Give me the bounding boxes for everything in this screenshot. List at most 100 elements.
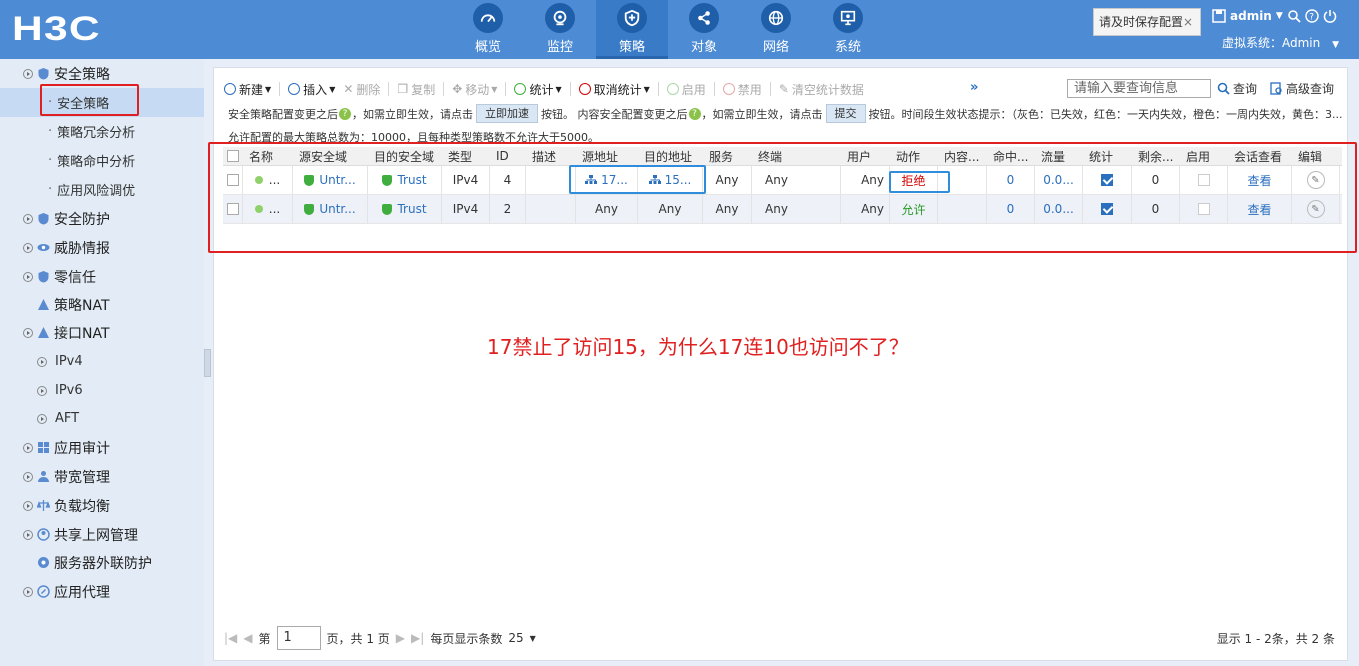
sidebar-group-interface-nat[interactable]: 接口NAT (0, 318, 204, 347)
sidebar-item-label: 安全策略 (54, 66, 110, 83)
advanced-query-label: 高级查询 (1286, 82, 1335, 96)
enable-button[interactable]: 启用 (666, 81, 706, 98)
server-icon (38, 557, 49, 568)
nav-network[interactable]: 网络 (740, 0, 812, 59)
user-menu[interactable]: admin (1230, 9, 1272, 23)
delete-button[interactable]: ✕ 删除 (343, 81, 380, 98)
first-page-icon[interactable]: |◀ (224, 631, 237, 645)
copy-button-label: 复制 (411, 82, 436, 97)
nav-label: 对象 (690, 40, 717, 55)
nav-system[interactable]: 系统 (812, 0, 884, 59)
query-button[interactable]: 查询 (1217, 80, 1257, 97)
page-number-input[interactable]: 1 (276, 626, 321, 650)
help-icon[interactable]: ? (688, 107, 701, 120)
sidebar-collapse-handle[interactable] (204, 349, 211, 377)
submit-button[interactable]: 提交 (825, 104, 866, 123)
disable-button[interactable]: 禁用 (722, 81, 762, 98)
eye-icon (37, 244, 50, 251)
more-toolbar-button[interactable]: » (970, 80, 978, 95)
users-icon (38, 471, 49, 482)
divider (713, 82, 715, 96)
sidebar-group-shared-access[interactable]: 共享上网管理 (0, 520, 204, 549)
help-icon[interactable]: ? (339, 107, 351, 120)
plus-icon (288, 83, 301, 95)
info-text: 按钮。 内容安全配置变更之后 (541, 107, 688, 121)
search-input[interactable]: 请输入要查询信息 (1067, 79, 1211, 98)
sidebar-item-hit-analysis[interactable]: · 策略命中分析 (0, 146, 204, 175)
chevron-down-icon[interactable]: ▼ (530, 634, 536, 643)
highlight-box-table (208, 142, 1357, 253)
info-text: ，如需立即生效，请点击 (701, 107, 823, 121)
compass-icon (37, 585, 50, 598)
expand-icon (23, 242, 33, 253)
nav-overview[interactable]: 概览 (452, 0, 524, 59)
nav-monitor[interactable]: 监控 (524, 0, 596, 59)
sidebar-item-redundancy[interactable]: · 策略冗余分析 (0, 117, 204, 146)
query-label: 查询 (1233, 82, 1258, 96)
play-icon (666, 83, 679, 95)
cancel-stats-button[interactable]: 取消统计 ▼ (578, 81, 650, 98)
sidebar-group-protection[interactable]: 安全防护 (0, 204, 204, 233)
play-icon (514, 83, 527, 95)
sidebar-group-threat-intel[interactable]: 威胁情报 (0, 233, 204, 262)
nav-label: 概览 (474, 40, 501, 55)
advanced-query-button[interactable]: 高级查询 (1270, 80, 1334, 97)
divider (443, 82, 445, 96)
sidebar-group-bandwidth[interactable]: 带宽管理 (0, 462, 204, 491)
sidebar-group-app-audit[interactable]: 应用审计 (0, 433, 204, 462)
clear-stats-button[interactable]: ✎ 清空统计数据 (779, 81, 864, 98)
expand-icon (37, 413, 47, 424)
caret-icon: ▼ (491, 84, 498, 94)
logout-icon[interactable] (1323, 9, 1337, 23)
highlight-box-action (889, 171, 950, 193)
sidebar-group-zero-trust[interactable]: 零信任 (0, 262, 204, 291)
vsys-label: 虚拟系统：Admin (1222, 36, 1321, 50)
new-button[interactable]: 新建 ▼ (224, 81, 271, 98)
move-button[interactable]: ✥ 移动 ▼ (452, 81, 497, 98)
plus-icon (224, 83, 236, 95)
sidebar-item-label: 负载均衡 (54, 498, 110, 515)
expand-icon (23, 327, 33, 338)
sidebar-item-label: IPv4 (55, 354, 83, 369)
disable-button-label: 禁用 (737, 82, 762, 97)
search-icon[interactable] (1287, 9, 1301, 23)
close-icon[interactable]: × (1183, 9, 1193, 35)
nav-object[interactable]: 对象 (668, 0, 740, 59)
copy-button[interactable]: ❐ 复制 (397, 81, 435, 98)
nav-policy[interactable]: 策略 (596, 0, 668, 59)
expand-icon (23, 471, 33, 482)
shared-icon (37, 528, 50, 541)
last-page-icon[interactable]: ▶| (411, 631, 424, 645)
stats-button[interactable]: 统计 ▼ (514, 81, 562, 98)
delete-button-label: 删除 (356, 82, 381, 97)
save-icon[interactable] (1212, 9, 1226, 23)
sidebar-item-aft[interactable]: AFT (0, 404, 204, 433)
prev-page-icon[interactable]: ◀ (243, 631, 252, 645)
help-icon[interactable]: ? (1305, 9, 1319, 23)
sidebar-item-label: 策略冗余分析 (57, 126, 136, 141)
sidebar-item-app-risk[interactable]: · 应用风险调优 (0, 175, 204, 204)
sidebar-item-server-protect[interactable]: 服务器外联防护 (0, 548, 204, 577)
sidebar-group-load-balance[interactable]: 负载均衡 (0, 491, 204, 520)
clear-stats-label: 清空统计数据 (791, 82, 864, 97)
insert-button[interactable]: 插入 ▼ (288, 81, 335, 98)
sidebar-item-ipv4[interactable]: IPv4 (0, 347, 204, 376)
sidebar-item-label: 应用代理 (54, 584, 110, 601)
divider (657, 82, 659, 96)
next-page-icon[interactable]: ▶ (396, 631, 405, 645)
caret-icon: ▼ (265, 84, 272, 94)
chevron-down-icon[interactable]: ▼ (1276, 11, 1283, 21)
sidebar-item-ipv6[interactable]: IPv6 (0, 376, 204, 405)
sidebar-item-policy-nat[interactable]: 策略NAT (0, 290, 204, 319)
vsys-selector[interactable]: 虚拟系统：Admin ▼ (1222, 34, 1339, 51)
per-page-select[interactable]: 25 (508, 631, 523, 645)
nav-label: 网络 (762, 40, 789, 55)
divider (769, 82, 771, 96)
sidebar-item-label: 应用风险调优 (57, 184, 136, 199)
sidebar-group-app-proxy[interactable]: 应用代理 (0, 577, 204, 606)
broom-icon: ✎ (778, 82, 789, 96)
pagination: |◀ ◀ 第 1 页，共 1 页 ▶ ▶| 每页显示条数 25 ▼ (224, 626, 536, 650)
accelerate-button[interactable]: 立即加速 (476, 104, 538, 123)
cancel-stats-label: 取消统计 (593, 82, 642, 97)
shield-icon (38, 213, 49, 225)
